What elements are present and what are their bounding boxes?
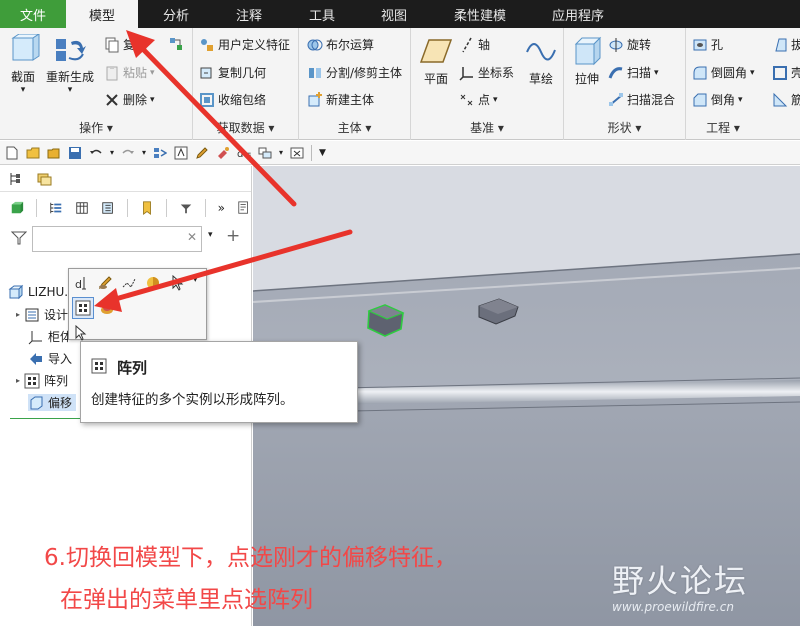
arrow-to-pattern-button bbox=[94, 229, 353, 312]
annotation-line-1: 6.切换回模型下，点选刚才的偏移特征， bbox=[44, 545, 457, 571]
annotation-arrows bbox=[94, 30, 353, 312]
arrow-to-model-tab bbox=[126, 30, 297, 207]
watermark-url: www.proewildfire.cn bbox=[612, 600, 734, 614]
annotation-line-2: 在弹出的菜单里点选阵列 bbox=[60, 587, 313, 613]
watermark-text: 野火论坛 bbox=[612, 562, 749, 600]
